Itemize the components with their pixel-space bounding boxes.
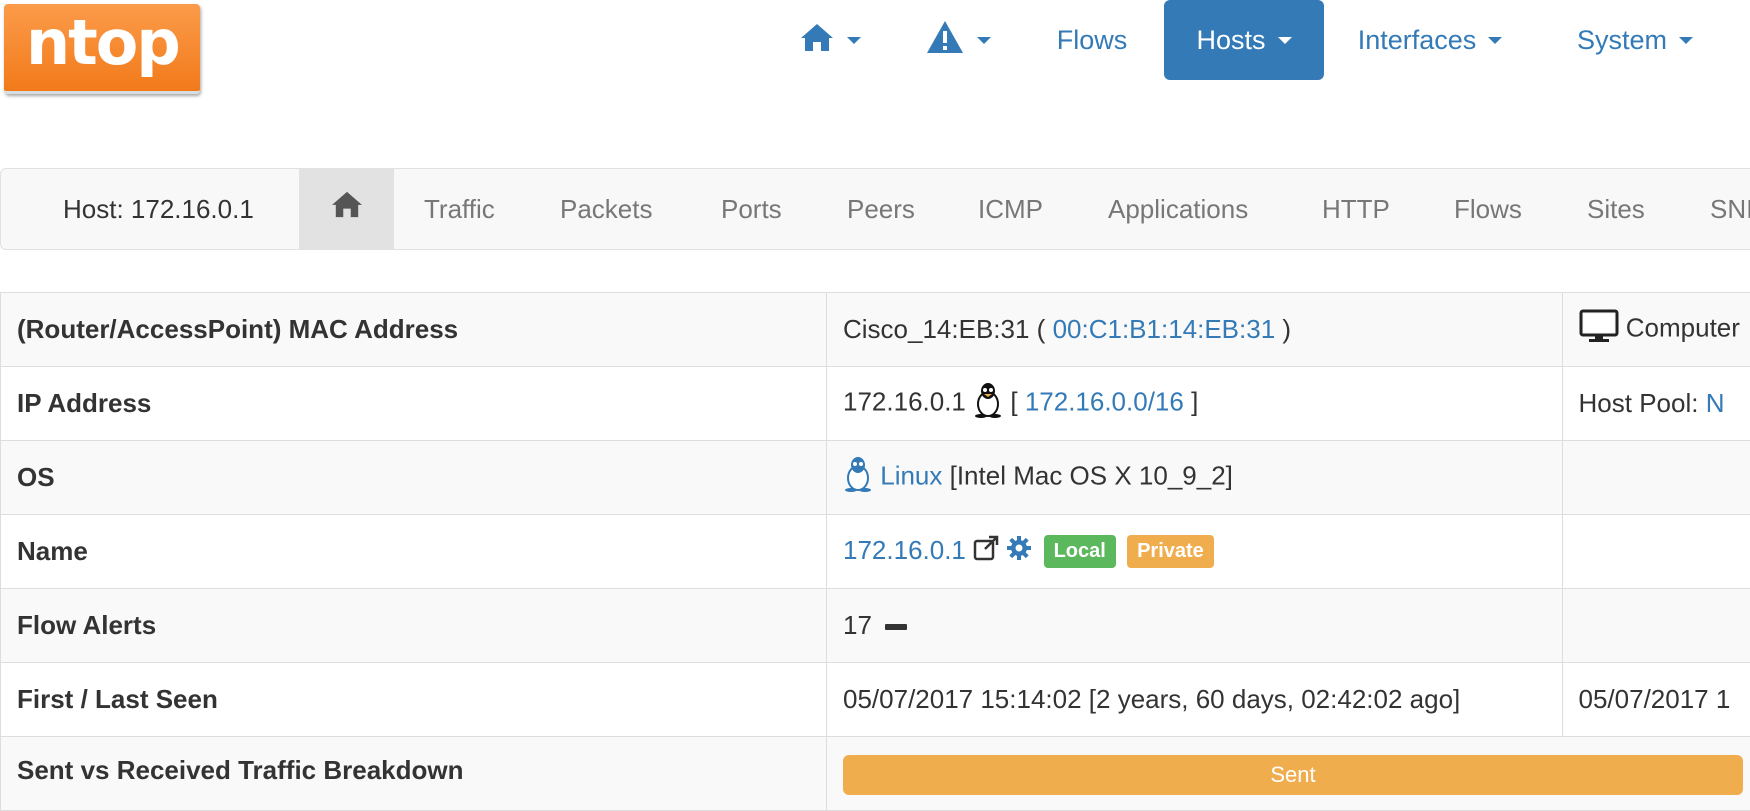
table-row-mac: (Router/AccessPoint) MAC Address Cisco_1… xyxy=(1,293,1750,367)
device-type: Computer xyxy=(1626,312,1740,342)
host-details-table: (Router/AccessPoint) MAC Address Cisco_1… xyxy=(0,292,1750,811)
tab-http[interactable]: HTTP xyxy=(1322,169,1390,249)
tab-home[interactable] xyxy=(299,169,394,249)
home-icon xyxy=(330,169,364,249)
tab-packets[interactable]: Packets xyxy=(560,169,653,249)
table-row-alerts: Flow Alerts 17 xyxy=(1,589,1750,663)
traffic-breakdown-value: Sent xyxy=(827,737,1750,811)
sent-bar: Sent xyxy=(843,755,1743,795)
first-seen-value: 05/07/2017 15:14:02 [2 years, 60 days, 0… xyxy=(827,663,1563,737)
ip-label: IP Address xyxy=(1,367,827,441)
tab-traffic[interactable]: Traffic xyxy=(424,169,495,249)
minus-icon xyxy=(885,624,907,630)
mac-suffix: ) xyxy=(1275,314,1291,344)
name-value: 172.16.0.1 Local Private xyxy=(827,515,1563,589)
os-value: Linux [Intel Mac OS X 10_9_2] xyxy=(827,441,1563,515)
ntop-logo[interactable]: ntop xyxy=(4,4,200,94)
private-badge: Private xyxy=(1127,535,1214,568)
nav-flows[interactable]: Flows xyxy=(1040,0,1144,80)
chevron-down-icon xyxy=(1679,37,1693,44)
mac-label: (Router/AccessPoint) MAC Address xyxy=(1,293,827,367)
network-link[interactable]: 172.16.0.0/16 xyxy=(1025,386,1184,416)
traffic-breakdown-label: Sent vs Received Traffic Breakdown xyxy=(1,737,827,811)
host-name-link[interactable]: 172.16.0.1 xyxy=(843,535,966,565)
external-link-icon[interactable] xyxy=(973,535,999,568)
nav-system-label: System xyxy=(1577,25,1667,56)
tab-ports[interactable]: Ports xyxy=(721,169,782,249)
nav-hosts-dropdown[interactable]: Hosts xyxy=(1164,0,1324,80)
nav-interfaces-dropdown[interactable]: Interfaces xyxy=(1340,0,1520,80)
desktop-icon xyxy=(1579,309,1619,350)
bracket-close: ] xyxy=(1184,386,1198,416)
tab-applications[interactable]: Applications xyxy=(1108,169,1248,249)
host-pool-cell: Host Pool: N xyxy=(1562,367,1750,441)
chevron-down-icon xyxy=(847,37,861,44)
nav-interfaces-label: Interfaces xyxy=(1358,25,1477,56)
first-last-seen-label: First / Last Seen xyxy=(1,663,827,737)
table-row-breakdown: Sent vs Received Traffic Breakdown Sent xyxy=(1,737,1750,811)
host-title: Host: 172.16.0.1 xyxy=(63,169,254,249)
gear-icon[interactable] xyxy=(1006,535,1032,568)
tab-sites[interactable]: Sites xyxy=(1587,169,1645,249)
top-navbar: ntop Flows Hosts Interfaces System xyxy=(0,0,1750,110)
linux-icon xyxy=(843,456,873,499)
tab-peers[interactable]: Peers xyxy=(847,169,915,249)
home-icon xyxy=(799,22,835,59)
host-subnav: Host: 172.16.0.1 Traffic Packets Ports P… xyxy=(0,168,1750,250)
logo-text: ntop xyxy=(26,6,179,79)
device-type-cell: Computer xyxy=(1562,293,1750,367)
empty-cell xyxy=(1562,589,1750,663)
nav-home-dropdown[interactable] xyxy=(790,0,870,80)
chevron-down-icon xyxy=(1488,37,1502,44)
nav-flows-label: Flows xyxy=(1057,25,1128,56)
flow-alerts-count: 17 xyxy=(843,610,872,640)
chevron-down-icon xyxy=(977,37,991,44)
chevron-down-icon xyxy=(1278,37,1292,44)
os-detail: [Intel Mac OS X 10_9_2] xyxy=(942,460,1233,490)
ip-address: 172.16.0.1 xyxy=(843,386,966,416)
empty-cell xyxy=(1562,441,1750,515)
tab-sni[interactable]: SNI xyxy=(1710,169,1750,249)
last-seen-value: 05/07/2017 1 xyxy=(1562,663,1750,737)
nav-alerts-dropdown[interactable] xyxy=(918,0,998,80)
tab-flows[interactable]: Flows xyxy=(1454,169,1522,249)
local-badge: Local xyxy=(1044,535,1116,568)
name-label: Name xyxy=(1,515,827,589)
bracket-open: [ xyxy=(1010,386,1024,416)
empty-cell xyxy=(1562,515,1750,589)
table-row-os: OS Linux [Intel Mac OS X 10_9_2] xyxy=(1,441,1750,515)
ip-value: 172.16.0.1 [ 172.16.0.0/16 ] xyxy=(827,367,1563,441)
warning-icon xyxy=(925,19,965,62)
tab-icmp[interactable]: ICMP xyxy=(978,169,1043,249)
os-link[interactable]: Linux xyxy=(880,460,942,490)
host-pool-label: Host Pool: xyxy=(1579,388,1706,418)
mac-vendor: Cisco_14:EB:31 ( xyxy=(843,314,1053,344)
os-label: OS xyxy=(1,441,827,515)
nav-system-dropdown[interactable]: System xyxy=(1560,0,1710,80)
mac-address-link[interactable]: 00:C1:B1:14:EB:31 xyxy=(1053,314,1276,344)
nav-hosts-label: Hosts xyxy=(1196,25,1265,56)
table-row-name: Name 172.16.0.1 Local Private xyxy=(1,515,1750,589)
host-pool-link[interactable]: N xyxy=(1706,388,1725,418)
table-row-ip: IP Address 172.16.0.1 [ 172.16.0.0/16 ] … xyxy=(1,367,1750,441)
flow-alerts-label: Flow Alerts xyxy=(1,589,827,663)
mac-value: Cisco_14:EB:31 ( 00:C1:B1:14:EB:31 ) xyxy=(827,293,1563,367)
flow-alerts-value: 17 xyxy=(827,589,1563,663)
linux-icon xyxy=(973,382,1003,425)
table-row-seen: First / Last Seen 05/07/2017 15:14:02 [2… xyxy=(1,663,1750,737)
